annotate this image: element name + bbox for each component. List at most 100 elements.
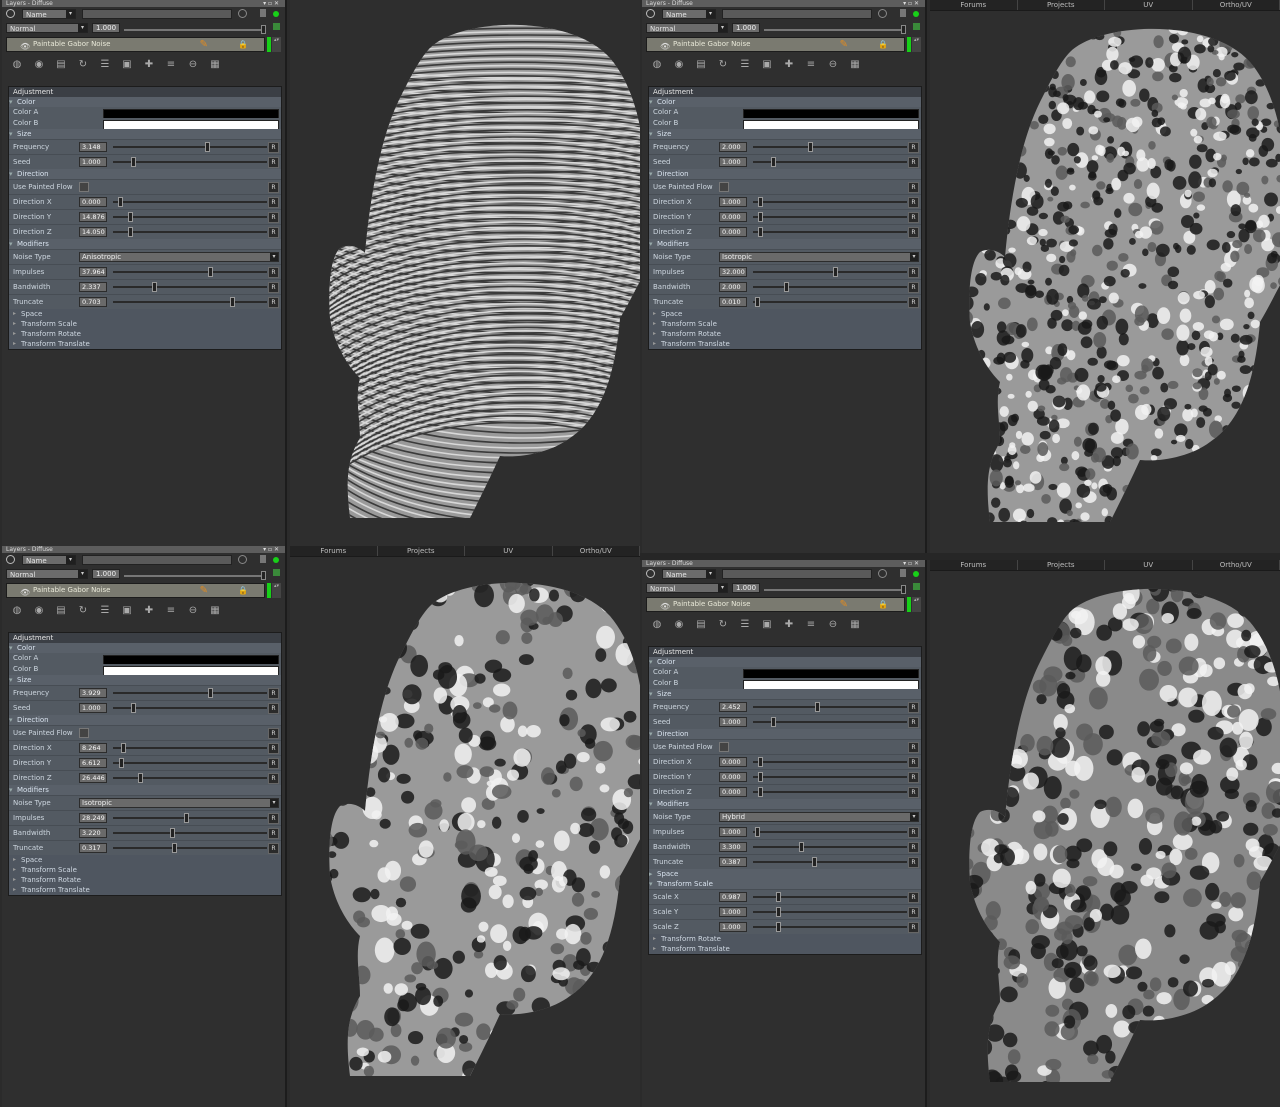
head-model-render[interactable] — [320, 576, 640, 1086]
collapsed-section[interactable]: Space — [9, 309, 281, 319]
param-slider-thumb[interactable] — [757, 212, 763, 222]
reset-button[interactable]: R — [908, 907, 919, 918]
reset-button[interactable]: R — [268, 212, 279, 223]
painted-flow-checkbox[interactable] — [79, 728, 89, 738]
viewport[interactable]: Forums Projects UV Ortho/UV — [290, 546, 640, 1107]
size-section-header[interactable]: Size — [9, 675, 281, 685]
collapsed-section[interactable]: Transform Translate — [649, 944, 921, 954]
param-value-field[interactable]: 1.000 — [719, 197, 747, 207]
param-slider-track[interactable] — [113, 762, 267, 764]
filter-icon[interactable]: ↻ — [76, 59, 90, 71]
tab-projects[interactable]: Projects — [378, 546, 465, 556]
filter-icon[interactable]: ↻ — [716, 619, 730, 631]
blend-mode-dropdown[interactable]: Normal ▾ — [6, 569, 88, 579]
delete-layer-icon[interactable]: ⊖ — [826, 59, 840, 71]
param-slider-thumb[interactable] — [128, 212, 134, 222]
reset-button[interactable]: R — [908, 702, 919, 713]
layer-list-icon[interactable]: ≡ — [804, 619, 818, 631]
reset-button[interactable]: R — [268, 197, 279, 208]
delete-layer-icon[interactable]: ⊖ — [186, 605, 200, 617]
param-value-field[interactable]: 0.000 — [79, 197, 107, 207]
reset-button[interactable]: R — [908, 717, 919, 728]
param-value-field[interactable]: 37.964 — [79, 267, 107, 277]
param-value-field[interactable]: 6.612 — [79, 758, 107, 768]
layer-options-icon[interactable] — [900, 569, 906, 577]
blend-mode-dropdown[interactable]: Normal ▾ — [6, 23, 88, 33]
param-slider-track[interactable] — [753, 706, 907, 708]
collapsed-section[interactable]: Transform Rotate — [649, 934, 921, 944]
param-value-field[interactable]: 2.000 — [719, 282, 747, 292]
reset-button[interactable]: R — [908, 142, 919, 153]
mask-icon[interactable]: ▣ — [760, 59, 774, 71]
layer-item[interactable]: 👁 Paintable Gabor Noise ✎ 🔒 — [646, 37, 905, 52]
param-value-field[interactable]: 0.317 — [79, 843, 107, 853]
search-field-dropdown[interactable]: Name ▾ — [662, 9, 716, 19]
param-slider-track[interactable] — [113, 777, 267, 779]
reset-button[interactable]: R — [268, 267, 279, 278]
layer-list-icon[interactable]: ≡ — [164, 605, 178, 617]
noise-type-dropdown[interactable]: Isotropic ▾ — [79, 798, 279, 808]
reset-button[interactable]: R — [268, 282, 279, 293]
param-slider-thumb[interactable] — [230, 297, 236, 307]
param-value-field[interactable]: 28.249 — [79, 813, 107, 823]
modifiers-section-header[interactable]: Modifiers — [649, 239, 921, 249]
param-slider-thumb[interactable] — [771, 157, 777, 167]
delete-layer-icon[interactable]: ⊖ — [186, 59, 200, 71]
apply-icon[interactable] — [273, 569, 280, 576]
opacity-slider-track[interactable] — [764, 29, 904, 31]
param-slider-track[interactable] — [113, 747, 267, 749]
size-section-header[interactable]: Size — [649, 129, 921, 139]
layer-scroll-arrows[interactable]: ▴▾ — [912, 37, 921, 52]
clear-search-icon[interactable] — [238, 9, 247, 18]
reset-button[interactable]: R — [908, 297, 919, 308]
param-slider-thumb[interactable] — [776, 922, 782, 932]
head-model-render[interactable] — [960, 22, 1280, 532]
search-icon[interactable] — [646, 569, 655, 578]
param-slider-track[interactable] — [753, 861, 907, 863]
adjustment-layer-icon[interactable]: ✚ — [142, 59, 156, 71]
param-slider-track[interactable] — [113, 201, 267, 203]
direction-section-header[interactable]: Direction — [9, 169, 281, 179]
layer-item[interactable]: 👁 Paintable Gabor Noise ✎ 🔒 — [646, 597, 905, 612]
reset-button[interactable]: R — [268, 688, 279, 699]
painted-flow-checkbox[interactable] — [719, 182, 729, 192]
size-section-header[interactable]: Size — [9, 129, 281, 139]
clear-search-icon[interactable] — [878, 9, 887, 18]
param-value-field[interactable]: 0.000 — [719, 757, 747, 767]
visibility-eye-icon[interactable]: 👁 — [660, 40, 670, 53]
param-slider-thumb[interactable] — [757, 787, 763, 797]
opacity-slider-thumb[interactable] — [261, 25, 266, 34]
param-slider-thumb[interactable] — [208, 688, 214, 698]
reset-button[interactable]: R — [908, 757, 919, 768]
space-section-header[interactable]: Space — [649, 869, 921, 879]
param-slider-thumb[interactable] — [120, 743, 126, 753]
head-model-render[interactable] — [320, 18, 640, 528]
param-value-field[interactable]: 14.876 — [79, 212, 107, 222]
noise-type-dropdown[interactable]: Anisotropic ▾ — [79, 252, 279, 262]
color-section-header[interactable]: Color — [9, 97, 281, 107]
search-field-dropdown[interactable]: Name ▾ — [22, 555, 76, 565]
add-layer-icon[interactable]: ◍ — [650, 59, 664, 71]
param-slider-track[interactable] — [753, 831, 907, 833]
opacity-slider-track[interactable] — [124, 575, 264, 577]
collapsed-section[interactable]: Transform Scale — [649, 319, 921, 329]
reset-button[interactable]: R — [908, 922, 919, 933]
param-value-field[interactable]: 3.929 — [79, 688, 107, 698]
reset-button[interactable]: R — [268, 157, 279, 168]
noise-type-dropdown[interactable]: Isotropic ▾ — [719, 252, 919, 262]
param-slider-thumb[interactable] — [128, 227, 134, 237]
param-slider-track[interactable] — [113, 817, 267, 819]
param-value-field[interactable]: 14.050 — [79, 227, 107, 237]
collapsed-section[interactable]: Transform Rotate — [9, 875, 281, 885]
param-value-field[interactable]: 1.000 — [719, 157, 747, 167]
reset-button[interactable]: R — [268, 182, 279, 193]
param-slider-thumb[interactable] — [757, 772, 763, 782]
search-input[interactable] — [82, 555, 232, 565]
reset-button[interactable]: R — [908, 742, 919, 753]
param-slider-track[interactable] — [113, 286, 267, 288]
reset-button[interactable]: R — [268, 773, 279, 784]
viewport[interactable] — [290, 0, 640, 553]
layer-list-icon[interactable]: ≡ — [804, 59, 818, 71]
opacity-slider-track[interactable] — [124, 29, 264, 31]
reset-button[interactable]: R — [268, 843, 279, 854]
